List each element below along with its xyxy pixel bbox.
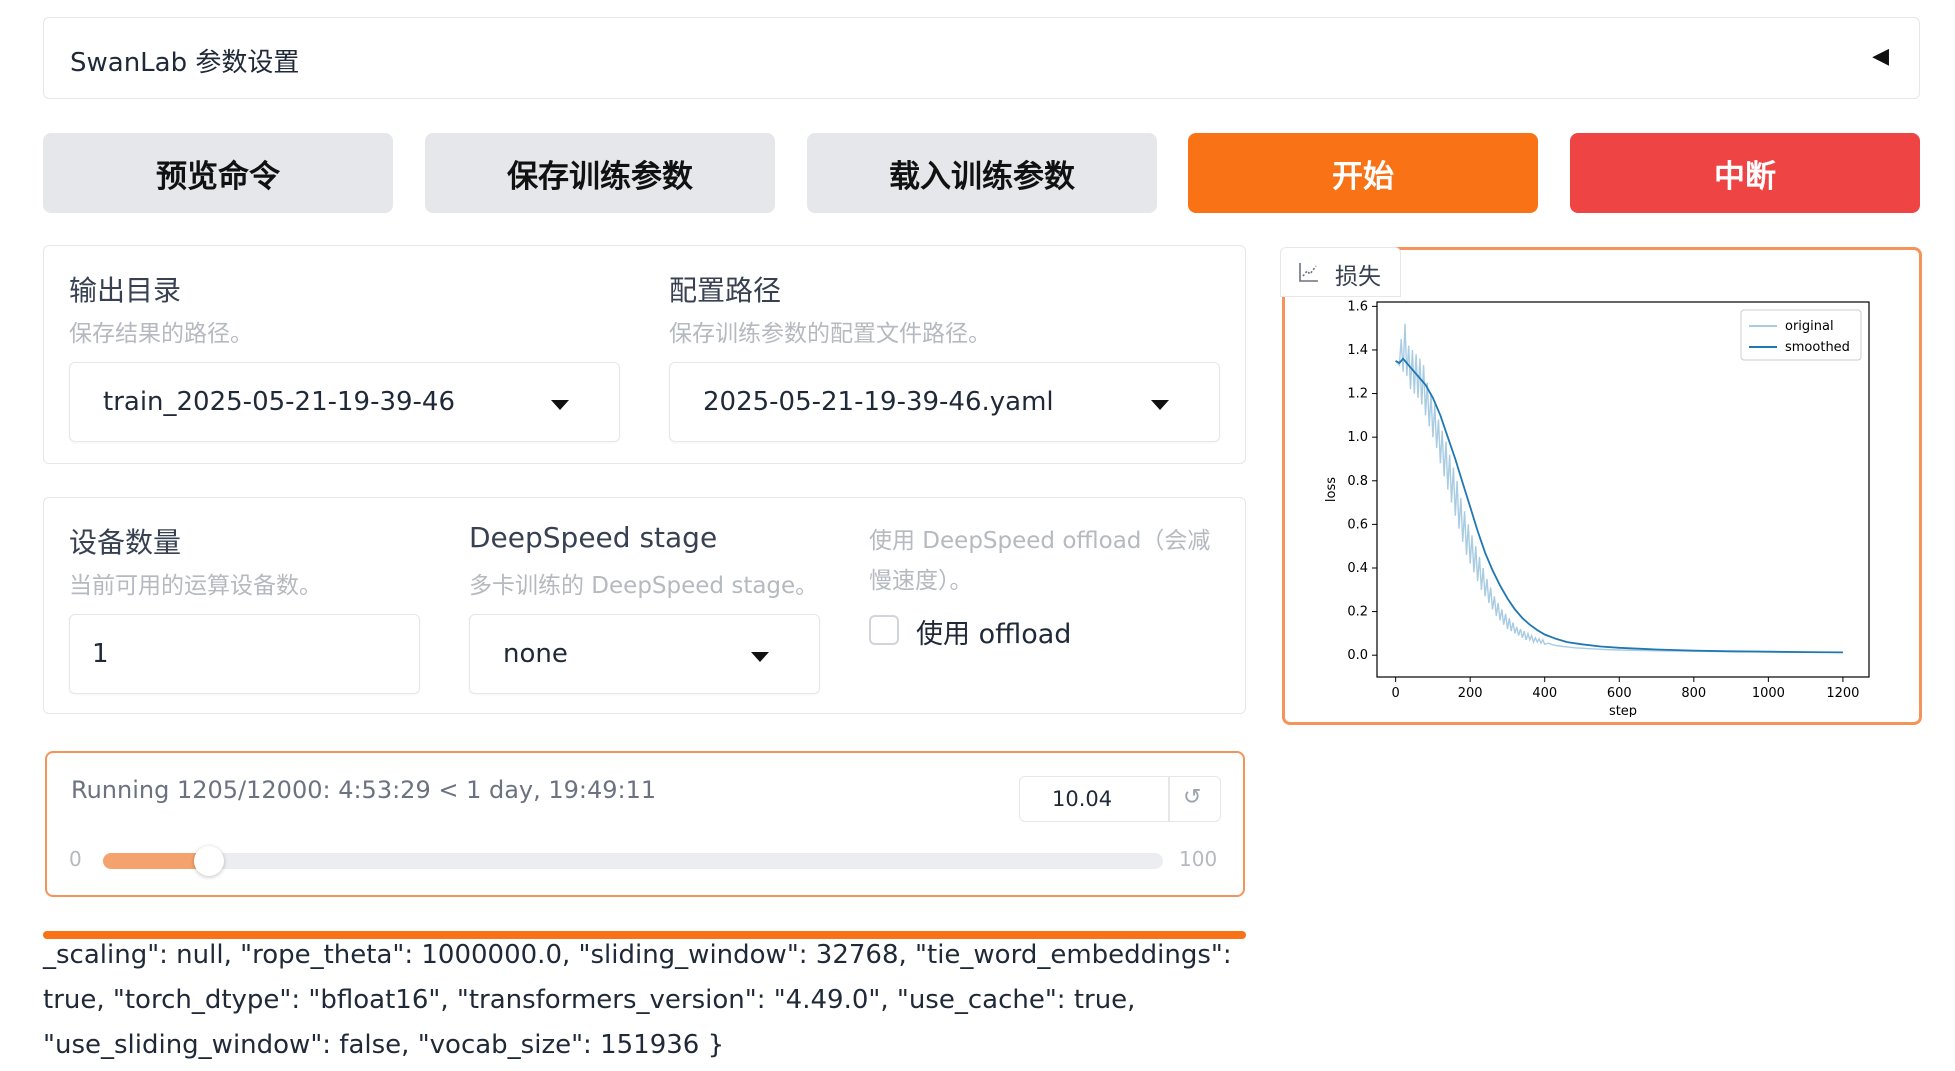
progress-status: Running 1205/12000: 4:53:29 < 1 day, 19:…: [71, 776, 657, 804]
y-axis-label: loss: [1324, 477, 1339, 502]
dropdown-arrow-icon: [751, 652, 769, 662]
save-args-button[interactable]: 保存训练参数: [425, 133, 775, 213]
start-button[interactable]: 开始: [1188, 133, 1538, 213]
loss-chart: 0 200 400 600 800 1000 1200 0.0 0.2 0.4 0.6 0.8 1.0 1…: [1324, 299, 1870, 717]
y-tick-label: 0.0: [1347, 648, 1368, 663]
output-settings-panel: 输出目录 保存结果的路径。 train_2025-05-21-19-39-46 …: [43, 245, 1246, 464]
progress-panel: Running 1205/12000: 4:53:29 < 1 day, 19:…: [45, 751, 1245, 897]
abort-button[interactable]: 中断: [1570, 133, 1920, 213]
device-settings-panel: 设备数量 当前可用的运算设备数。 1 DeepSpeed stage 多卡训练的…: [43, 497, 1246, 714]
dropdown-arrow-icon: [551, 400, 569, 410]
progress-number-input[interactable]: 10.04 ↺: [1019, 776, 1221, 822]
output-dir-label: 输出目录: [69, 274, 182, 307]
config-path-dropdown[interactable]: 2025-05-21-19-39-46.yaml: [669, 362, 1220, 442]
y-tick-label: 0.4: [1347, 561, 1368, 576]
output-dir-value: train_2025-05-21-19-39-46: [103, 387, 456, 417]
x-tick-label: 200: [1458, 686, 1483, 701]
config-path-value: 2025-05-21-19-39-46.yaml: [703, 387, 1054, 417]
training-log-text: _scaling": null, "rope_theta": 1000000.0…: [43, 940, 1240, 1060]
x-tick-label: 0: [1391, 686, 1399, 701]
slider-max-label: 100: [1179, 847, 1218, 871]
y-tick-label: 0.8: [1347, 474, 1368, 489]
ds-offload-info: 使用 DeepSpeed offload（会减慢速度）。: [869, 528, 1211, 594]
y-tick-label: 0.6: [1347, 517, 1368, 532]
y-tick-label: 1.0: [1347, 430, 1368, 445]
plot-tab-label: 损失: [1335, 264, 1381, 290]
progress-value: 10.04: [1052, 787, 1113, 811]
y-tick-label: 0.2: [1347, 605, 1368, 620]
ds-stage-value: none: [503, 639, 568, 669]
dropdown-arrow-icon: [1151, 400, 1169, 410]
plot-tab: 损失: [1280, 247, 1401, 297]
x-tick-label: 800: [1681, 686, 1706, 701]
load-args-button[interactable]: 载入训练参数: [807, 133, 1157, 213]
x-tick-label: 600: [1607, 686, 1632, 701]
legend-label: smoothed: [1785, 340, 1850, 355]
accordion-title: SwanLab 参数设置: [70, 48, 300, 78]
device-count-input[interactable]: 1: [69, 614, 420, 694]
device-count-info: 当前可用的运算设备数。: [69, 573, 322, 599]
x-tick-label: 1200: [1826, 686, 1859, 701]
x-axis-label: step: [1609, 704, 1637, 717]
ds-stage-label: DeepSpeed stage: [469, 521, 718, 554]
slider-min-label: 0: [69, 847, 82, 871]
device-count-label: 设备数量: [69, 526, 182, 559]
ds-stage-info: 多卡训练的 DeepSpeed stage。: [469, 573, 819, 599]
swanlab-settings-accordion[interactable]: SwanLab 参数设置 ◀: [43, 17, 1920, 99]
device-count-value: 1: [92, 639, 109, 669]
x-tick-label: 1000: [1752, 686, 1785, 701]
ds-offload-label: 使用 offload: [916, 619, 1072, 650]
progress-slider-track[interactable]: [103, 853, 1163, 869]
reset-icon[interactable]: ↺: [1183, 785, 1201, 810]
caret-left-icon[interactable]: ◀: [1872, 44, 1889, 69]
y-tick-label: 1.4: [1347, 343, 1368, 358]
preview-command-button[interactable]: 预览命令: [43, 133, 393, 213]
output-dir-info: 保存结果的路径。: [69, 321, 253, 347]
ds-offload-checkbox[interactable]: [869, 615, 899, 645]
config-path-info: 保存训练参数的配置文件路径。: [669, 321, 991, 347]
divider: [1168, 777, 1170, 821]
chart-icon: [1297, 260, 1321, 288]
y-tick-label: 1.2: [1347, 387, 1368, 402]
loss-plot-panel: 0 200 400 600 800 1000 1200 0.0 0.2 0.4 0.6 0.8 1.0 1…: [1282, 247, 1922, 725]
legend-label: original: [1785, 319, 1834, 334]
output-dir-dropdown[interactable]: train_2025-05-21-19-39-46: [69, 362, 620, 442]
x-tick-label: 400: [1532, 686, 1557, 701]
y-tick-label: 1.6: [1347, 299, 1368, 314]
progress-slider-thumb[interactable]: [194, 846, 225, 876]
ds-stage-dropdown[interactable]: none: [469, 614, 820, 694]
config-path-label: 配置路径: [669, 274, 782, 307]
